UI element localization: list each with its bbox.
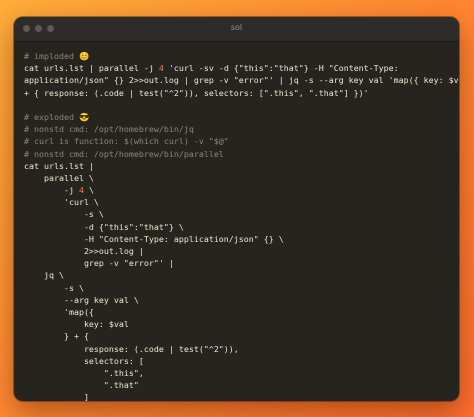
terminal-line: -j 4 \: [24, 184, 449, 196]
comment-text: # curl is function: $(which curl) -v "$@…: [24, 136, 229, 147]
code-text: 'map({: [24, 306, 94, 317]
code-text: response: (.code | test("^2")),: [24, 343, 239, 354]
code-text: ".that": [24, 380, 139, 391]
code-text: -H "Content-Type: application/json" {} \: [24, 233, 284, 244]
terminal-line: # curl is function: $(which curl) -v "$@…: [24, 135, 449, 147]
code-text: application/json" {} 2>>out.log | grep -…: [24, 75, 459, 86]
code-text: -s \: [24, 282, 84, 293]
comment-text: # exploded: [24, 111, 79, 122]
terminal-line: --arg key val \: [24, 294, 449, 306]
terminal-line: cat urls.lst | parallel -j 4 'curl -sv -…: [24, 62, 449, 74]
terminal-line: 'map({: [24, 306, 449, 318]
code-text: jq \: [24, 270, 64, 281]
code-text: -s \: [24, 209, 104, 220]
code-text: key: $val: [24, 319, 129, 330]
code-text: grep -v "error"' |: [24, 258, 174, 269]
terminal-line: # nonstd cmd: /opt/homebrew/bin/parallel: [24, 148, 449, 160]
terminal-line: } + {: [24, 330, 449, 342]
code-text: + { response: (.code | test("^2")), sele…: [24, 87, 369, 98]
code-text: \: [83, 185, 94, 196]
terminal-line: 'curl \: [24, 196, 449, 208]
terminal-line: -H "Content-Type: application/json" {} \: [24, 233, 449, 245]
code-text: parallel \: [24, 172, 94, 183]
terminal-line: response: (.code | test("^2")),: [24, 343, 449, 355]
code-text: cat urls.lst |: [24, 160, 94, 171]
terminal-line: 2>>out.log |: [24, 245, 449, 257]
terminal-line: ]: [24, 391, 449, 401]
code-text: 'curl -sv -d {"this":"that"} -H "Content…: [163, 63, 399, 74]
comment-text: # nonstd cmd: /opt/homebrew/bin/jq: [24, 124, 194, 135]
comment-text: # imploded: [24, 51, 79, 61]
terminal-output[interactable]: # imploded 😊 cat urls.lst | parallel -j 4…: [14, 42, 459, 401]
emoji-icon: 😊: [78, 51, 90, 61]
terminal-line: jq \: [24, 269, 449, 281]
title-bar[interactable]: sol: [14, 17, 459, 42]
terminal-line: ".this",: [24, 367, 449, 379]
terminal-line: grep -v "error"' |: [24, 257, 449, 269]
terminal-line: + { response: (.code | test("^2")), sele…: [24, 87, 449, 99]
terminal-line: -s \: [24, 282, 449, 294]
code-text: } + {: [24, 331, 89, 342]
terminal-line: application/json" {} 2>>out.log | grep -…: [24, 74, 459, 86]
code-text: -d {"this":"that"} \: [24, 221, 184, 232]
comment-text: # nonstd cmd: /opt/homebrew/bin/parallel: [24, 148, 224, 159]
code-text: 2>>out.log |: [24, 246, 144, 256]
code-text: -j: [24, 185, 79, 196]
code-text: 'curl \: [24, 197, 99, 208]
code-text: cat urls.lst | parallel -j: [24, 63, 159, 74]
emoji-icon: 😎: [78, 111, 90, 122]
terminal-line: -d {"this":"that"} \: [24, 221, 449, 233]
terminal-line: cat urls.lst |: [24, 160, 449, 172]
terminal-line: ".that": [24, 379, 449, 391]
code-text: --arg key val \: [24, 294, 139, 305]
terminal-line: key: $val: [24, 318, 449, 330]
terminal-line: # exploded 😎: [24, 111, 449, 123]
code-text: ]: [24, 392, 89, 401]
terminal-line: parallel \: [24, 172, 449, 184]
window-title: sol: [230, 23, 243, 32]
terminal-window[interactable]: sol # imploded 😊 cat urls.lst | parallel …: [14, 17, 459, 401]
terminal-line: # imploded 😊: [24, 50, 449, 62]
code-text: selectors: [: [24, 355, 144, 366]
terminal-line: selectors: [: [24, 355, 449, 367]
code-text: ".this",: [24, 367, 144, 378]
terminal-line: -s \: [24, 208, 449, 220]
terminal-line: # nonstd cmd: /opt/homebrew/bin/jq: [24, 123, 449, 135]
